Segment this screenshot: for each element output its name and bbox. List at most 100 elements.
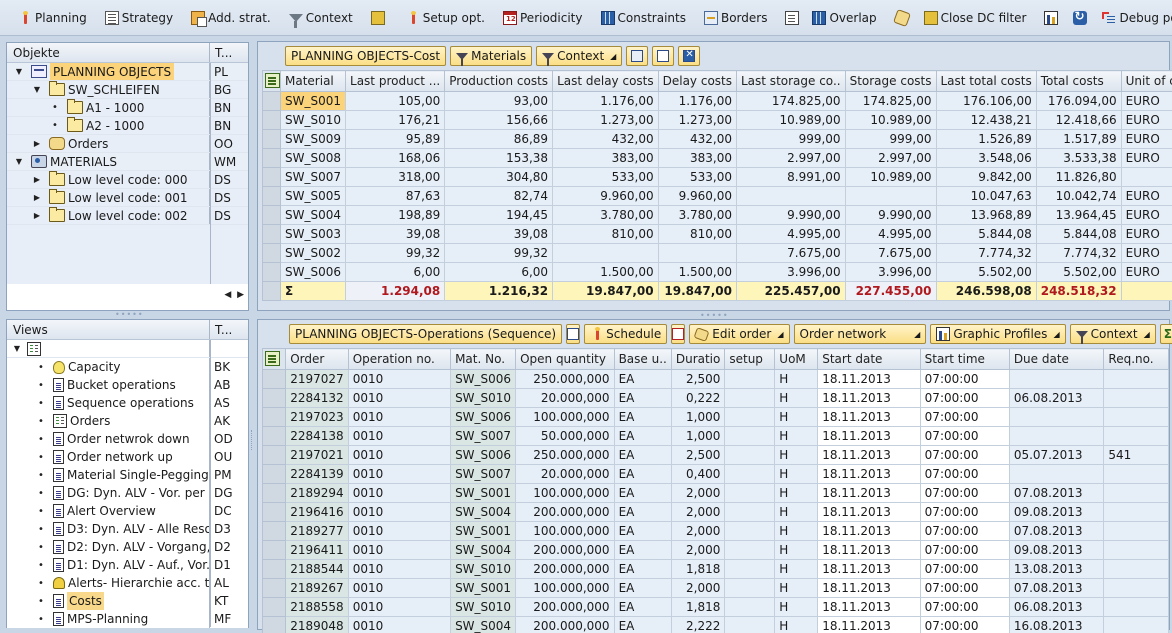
column-header[interactable]: Req.no. — [1103, 348, 1169, 370]
row-selector[interactable] — [262, 224, 281, 244]
row-selector[interactable] — [261, 521, 287, 541]
table-row[interactable]: SW_S002 99,32 99,32 7.675,00 7.675,00 7.774,3… — [262, 243, 1172, 263]
tree-node[interactable]: ▶ Orders OO — [7, 135, 248, 153]
row-selector[interactable] — [262, 110, 281, 130]
view-item[interactable]: • Capacity BK — [7, 358, 248, 376]
table-row[interactable]: 2196411 0010 SW_S004 200.000,000 EA 2,000 H 18.… — [261, 540, 1169, 560]
periodicity-button[interactable]: Periodicity — [499, 7, 587, 29]
row-selector[interactable] — [261, 502, 287, 522]
views-root[interactable]: ▼ — [7, 340, 248, 358]
row-selector[interactable] — [262, 281, 281, 301]
collapse-icon[interactable]: ▶ — [31, 175, 43, 184]
table-row[interactable]: SW_S005 87,63 82,74 9.960,00 9.960,00 10.047,… — [262, 186, 1172, 206]
views-type-column-header[interactable]: T... — [210, 320, 248, 339]
table-row[interactable]: 2188558 0010 SW_S010 200.000,000 EA 1,818 H 18.… — [261, 597, 1169, 617]
order-network-dropdown[interactable]: Order network ◢ — [793, 324, 927, 344]
edit-order-dropdown[interactable]: Edit order ◢ — [689, 324, 790, 344]
add-view-button[interactable] — [566, 324, 581, 344]
setup-opt-button[interactable]: Setup opt. — [402, 7, 489, 29]
row-selector[interactable] — [262, 91, 281, 111]
column-header[interactable]: Last storage co.. — [736, 70, 846, 92]
expand-icon[interactable]: ▼ — [13, 67, 25, 76]
materials-filter-button[interactable]: Materials — [450, 46, 533, 66]
tree-node[interactable]: ▶ Low level code: 001 DS — [7, 189, 248, 207]
table-row[interactable]: 2196416 0010 SW_S004 200.000,000 EA 2,000 H 18.… — [261, 502, 1169, 522]
column-header[interactable]: Delay costs — [657, 70, 738, 92]
collapse-icon[interactable]: ▶ — [31, 139, 43, 148]
view-item[interactable]: • Costs KT — [7, 592, 248, 610]
column-header[interactable]: Last total costs — [935, 70, 1037, 92]
layout-button[interactable] — [652, 46, 675, 66]
column-header[interactable]: Total costs — [1035, 70, 1122, 92]
close-dc-filter-button[interactable]: Close DC filter — [920, 7, 1031, 29]
context-button[interactable]: Context — [285, 7, 357, 29]
scroll-arrows[interactable]: ◀ ▶ — [224, 290, 244, 300]
cost-title-button[interactable]: PLANNING OBJECTS-Cost — [285, 46, 447, 66]
table-row[interactable]: SW_S006 6,00 6,00 1.500,00 1.500,00 3.996,00 3… — [262, 262, 1172, 282]
row-selector[interactable] — [261, 616, 287, 633]
table-row[interactable]: 2189294 0010 SW_S001 100.000,000 EA 2,000 H 18.… — [261, 483, 1169, 503]
ops-context-dropdown[interactable]: Context ◢ — [1069, 324, 1156, 344]
layout-selector[interactable] — [261, 348, 287, 370]
expand-rows-button[interactable] — [626, 46, 649, 66]
objects-column-header[interactable]: Objekte — [7, 43, 210, 62]
row-selector[interactable] — [262, 186, 281, 206]
tree-node[interactable]: ▼ SW_SCHLEIFEN BG — [7, 81, 248, 99]
graphic-profiles-dropdown[interactable]: Graphic Profiles ◢ — [930, 324, 1066, 344]
scroll-button[interactable] — [891, 7, 916, 29]
table-row[interactable]: SW_S004 198,89 194,45 3.780,00 3.780,00 9.990… — [262, 205, 1172, 225]
table-row[interactable]: 2188544 0010 SW_S010 200.000,000 EA 1,818 H 18.… — [261, 559, 1169, 579]
view-item[interactable]: • Alerts- Hierarchie acc. to AL — [7, 574, 248, 592]
column-header[interactable]: Production costs — [444, 70, 554, 92]
view-item[interactable]: • Order network up OU — [7, 448, 248, 466]
column-header[interactable]: UoM — [774, 348, 819, 370]
table-row[interactable]: 2189048 0010 SW_S004 200.000,000 EA 2,222 H 18.… — [261, 616, 1169, 633]
column-header[interactable]: Material — [279, 70, 347, 92]
collapse-icon[interactable]: ▶ — [31, 193, 43, 202]
chart-button[interactable] — [1040, 7, 1065, 29]
column-header[interactable]: setup — [724, 348, 776, 370]
table-row[interactable]: 2284132 0010 SW_S010 20.000,000 EA 0,222 H 18.1… — [261, 388, 1169, 408]
table-row[interactable]: 2197027 0010 SW_S006 250.000,000 EA 2,500 H 18.… — [261, 369, 1169, 389]
row-selector[interactable] — [261, 578, 287, 598]
collapse-icon[interactable]: ▶ — [31, 211, 43, 220]
row-selector[interactable] — [262, 167, 281, 187]
row-selector[interactable] — [261, 559, 287, 579]
table-row[interactable]: SW_S007 318,00 304,80 533,00 533,00 8.991,00 1… — [262, 167, 1172, 187]
column-header[interactable]: Start time — [919, 348, 1010, 370]
column-header[interactable]: Storage costs — [844, 70, 937, 92]
row-selector[interactable] — [261, 426, 287, 446]
row-selector[interactable] — [261, 597, 287, 617]
row-selector[interactable] — [261, 483, 287, 503]
column-header[interactable]: Due date — [1008, 348, 1105, 370]
views-column-header[interactable]: Views — [7, 320, 210, 339]
vertical-splitter-handle[interactable] — [251, 430, 254, 450]
column-header[interactable]: Unit of cost — [1120, 70, 1172, 92]
tree-node[interactable]: ▶ Low level code: 000 DS — [7, 171, 248, 189]
add-strategy-button[interactable]: Add. strat. — [187, 7, 275, 29]
tree-node[interactable]: ▼ PLANNING OBJECTS PL — [7, 63, 248, 81]
cost-context-dropdown[interactable]: Context ◢ — [536, 46, 623, 66]
column-header[interactable]: Mat. No. — [450, 348, 517, 370]
row-selector[interactable] — [261, 407, 287, 427]
row-selector[interactable] — [261, 445, 287, 465]
view-item[interactable]: • Orders AK — [7, 412, 248, 430]
view-item[interactable]: • Alert Overview DC — [7, 502, 248, 520]
type-column-header[interactable]: T... — [210, 43, 248, 62]
operations-title-button[interactable]: PLANNING OBJECTS-Operations (Sequence) — [289, 324, 563, 344]
expand-icon[interactable]: ▼ — [13, 157, 25, 166]
row-selector[interactable] — [262, 148, 281, 168]
table-row[interactable]: SW_S009 95,89 86,89 432,00 432,00 999,00 999,0… — [262, 129, 1172, 149]
view-item[interactable]: • Material Single-Pegging PM — [7, 466, 248, 484]
refresh-button[interactable] — [1069, 7, 1094, 29]
view-item[interactable]: • D1: Dyn. ALV - Auf., Vor. D1 — [7, 556, 248, 574]
tree-node[interactable]: ▼ MATERIALS WM — [7, 153, 248, 171]
debug-popup-button[interactable]: Debug pop-up — [1098, 7, 1172, 29]
view-item[interactable]: • DG: Dyn. ALV - Vor. per R DG — [7, 484, 248, 502]
tree-node[interactable]: ▶ Low level code: 002 DS — [7, 207, 248, 225]
borders-button[interactable]: Borders — [700, 7, 771, 29]
table-row[interactable]: SW_S001 105,00 93,00 1.176,00 1.176,00 174.82… — [262, 91, 1172, 111]
column-header[interactable]: Order — [285, 348, 349, 370]
table-row[interactable]: SW_S010 176,21 156,66 1.273,00 1.273,00 10.98… — [262, 110, 1172, 130]
table-row[interactable]: SW_S008 168,06 153,38 383,00 383,00 2.997,00 2… — [262, 148, 1172, 168]
